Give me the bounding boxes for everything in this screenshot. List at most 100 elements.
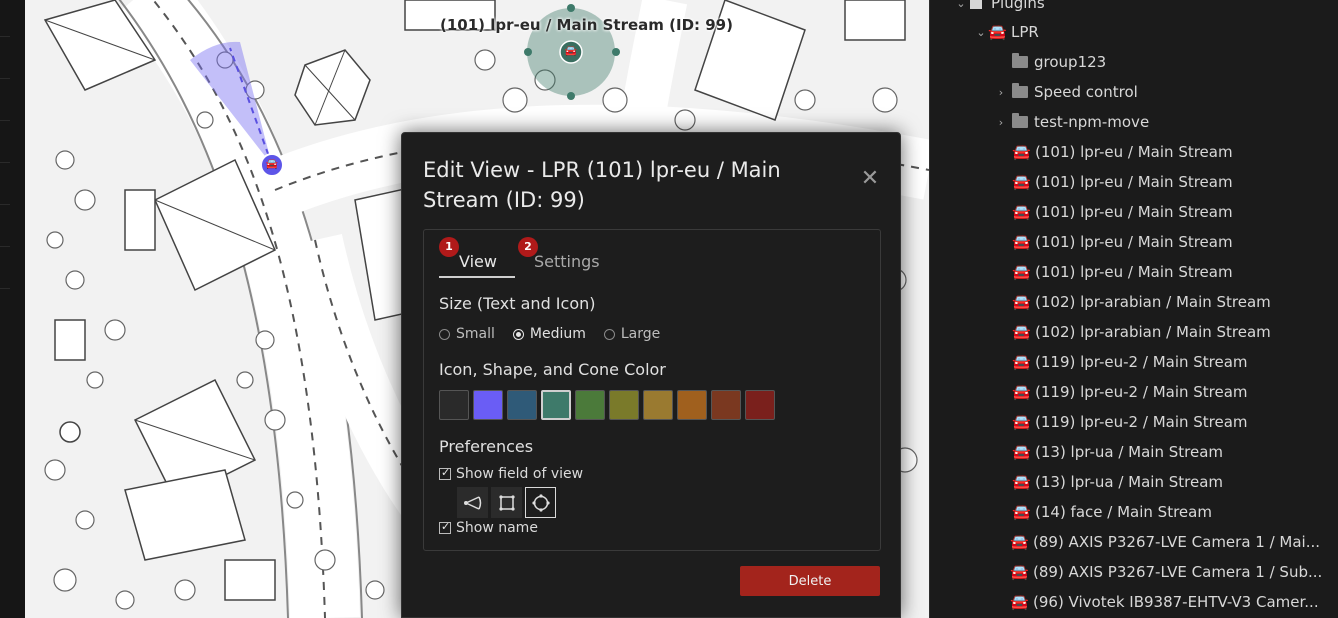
tree-item-plugins[interactable]: ⌄ Plugins — [954, 0, 1045, 18]
edit-view-dialog: Edit View - LPR (101) lpr-eu / Main Stre… — [401, 132, 901, 618]
folder-icon — [1012, 53, 1028, 68]
tree-folder[interactable]: › Speed control — [994, 77, 1138, 107]
size-medium-label: Medium — [529, 326, 586, 342]
tree-item-camera[interactable]: 🚘 (119) lpr-eu-2 / Main Stream — [1012, 407, 1248, 437]
color-swatch[interactable] — [745, 390, 775, 420]
size-section-label: Size (Text and Icon) — [439, 294, 596, 313]
tree-item-camera[interactable]: 🚘 (96) Vivotek IB9387-EHTV-V3 Camer... — [1010, 587, 1319, 617]
tree-item-label: (14) face / Main Stream — [1035, 503, 1212, 521]
cone-shape-icon[interactable] — [457, 487, 488, 518]
chevron-right-icon: › — [998, 85, 1004, 99]
color-swatch[interactable] — [507, 390, 537, 420]
car-icon: 🚘 — [1010, 593, 1029, 611]
size-medium-radio[interactable]: Medium — [512, 326, 586, 342]
tree-item-lpr[interactable]: ⌄ 🚘 LPR — [974, 17, 1039, 47]
show-name-label: Show name — [456, 520, 538, 536]
car-icon: 🚘 — [1012, 443, 1031, 461]
tree-item-camera[interactable]: 🚘 (102) lpr-arabian / Main Stream — [1012, 317, 1271, 347]
color-section-label: Icon, Shape, and Cone Color — [439, 360, 666, 379]
chevron-right-icon: › — [998, 115, 1004, 129]
tree-item-camera[interactable]: 🚘 (101) lpr-eu / Main Stream — [1012, 227, 1233, 257]
tree-item-camera[interactable]: 🚘 (13) lpr-ua / Main Stream — [1012, 437, 1223, 467]
tree-item-label: (101) lpr-eu / Main Stream — [1035, 263, 1233, 281]
tree-item-label: (13) lpr-ua / Main Stream — [1035, 443, 1224, 461]
color-swatch[interactable] — [473, 390, 503, 420]
radio-icon — [512, 328, 524, 340]
tab-settings[interactable]: Settings — [534, 248, 624, 278]
radio-icon — [439, 328, 450, 340]
tree-item-camera[interactable]: 🚘 (119) lpr-eu-2 / Main Stream — [1012, 377, 1248, 407]
tree-item-camera[interactable]: 🚘 (14) face / Main Stream — [1012, 497, 1212, 527]
tree-item-label: (101) lpr-eu / Main Stream — [1035, 233, 1233, 251]
camera-marker-purple[interactable]: 🚘 — [263, 156, 281, 174]
tree-item-label: (102) lpr-arabian / Main Stream — [1035, 293, 1271, 311]
tree-item-label: (119) lpr-eu-2 / Main Stream — [1035, 413, 1248, 431]
car-icon: 🚘 — [1012, 203, 1031, 221]
folder-icon — [1012, 83, 1028, 98]
tree-item-label: (101) lpr-eu / Main Stream — [1035, 143, 1233, 161]
tree-item-label: (101) lpr-eu / Main Stream — [1035, 173, 1233, 191]
tree-item-camera[interactable]: 🚘 (89) AXIS P3267-LVE Camera 1 / Mai... — [1010, 527, 1320, 557]
tree-item-camera[interactable]: 🚘 (102) lpr-arabian / Main Stream — [1012, 287, 1271, 317]
size-large-label: Large — [620, 326, 661, 342]
delete-button[interactable]: Delete — [740, 566, 880, 596]
tree-item-label: (13) lpr-ua / Main Stream — [1035, 473, 1224, 491]
color-swatch[interactable] — [609, 390, 639, 420]
tree-item-label: (96) Vivotek IB9387-EHTV-V3 Camer... — [1033, 593, 1319, 611]
tree-item-label: (119) lpr-eu-2 / Main Stream — [1035, 353, 1248, 371]
tree-folder[interactable]: group123 — [994, 47, 1106, 77]
car-icon: 🚘 — [1012, 473, 1031, 491]
preferences-label: Preferences — [439, 437, 534, 456]
tree-item-label: (102) lpr-arabian / Main Stream — [1035, 323, 1271, 341]
color-swatches — [439, 390, 775, 420]
size-small-label: Small — [456, 326, 495, 342]
car-icon: 🚘 — [1012, 263, 1031, 281]
car-icon: 🚘 — [1012, 503, 1031, 521]
camera-name-label[interactable]: (101) lpr-eu / Main Stream (ID: 99) — [440, 16, 733, 34]
size-radio-group: Small Medium Large — [439, 326, 660, 342]
color-swatch[interactable] — [439, 390, 469, 420]
tree-item-label: Speed control — [1034, 83, 1138, 101]
size-large-radio[interactable]: Large — [603, 326, 661, 342]
car-icon: 🚘 — [1012, 383, 1031, 401]
tree-item-camera[interactable]: 🚘 (119) lpr-eu-2 / Main Stream — [1012, 347, 1248, 377]
color-swatch[interactable] — [575, 390, 605, 420]
camera-marker-selected[interactable]: 🚘 — [562, 43, 580, 61]
device-tree: ⌄ Plugins ⌄ 🚘 LPR group123 › Speed control › test… — [930, 0, 1338, 618]
checkbox-icon — [439, 520, 451, 534]
color-swatch[interactable] — [711, 390, 741, 420]
color-swatch[interactable] — [643, 390, 673, 420]
car-icon: 🚘 — [1012, 353, 1031, 371]
show-fov-checkbox[interactable]: Show field of view — [439, 466, 583, 482]
close-icon[interactable]: ✕ — [860, 168, 880, 190]
car-icon: 🚘 — [1012, 143, 1031, 161]
plugins-icon — [970, 0, 982, 9]
tree-item-label: LPR — [1011, 23, 1039, 41]
circle-shape-icon[interactable] — [525, 487, 556, 518]
size-small-radio[interactable]: Small — [439, 326, 495, 342]
chevron-down-icon: ⌄ — [976, 25, 986, 39]
show-name-checkbox[interactable]: Show name — [439, 520, 538, 536]
tree-item-camera[interactable]: 🚘 (101) lpr-eu / Main Stream — [1012, 167, 1233, 197]
tree-item-camera[interactable]: 🚘 (101) lpr-eu / Main Stream — [1012, 257, 1233, 287]
tree-item-camera[interactable]: 🚘 (101) lpr-eu / Main Stream — [1012, 137, 1233, 167]
tree-item-camera[interactable]: 🚘 (13) lpr-ua / Main Stream — [1012, 467, 1223, 497]
tree-folder[interactable]: › test-npm-move — [994, 107, 1149, 137]
dialog-title: Edit View - LPR (101) lpr-eu / Main Stre… — [423, 158, 781, 212]
shape-selector — [457, 487, 556, 518]
tab-view-label: View — [459, 252, 497, 271]
car-icon: 🚘 — [1012, 173, 1031, 191]
car-icon: 🚘 — [1010, 563, 1029, 581]
car-icon: 🚘 — [1012, 233, 1031, 251]
color-swatch[interactable] — [541, 390, 571, 420]
tree-item-camera[interactable]: 🚘 (101) lpr-eu / Main Stream — [1012, 197, 1233, 227]
color-swatch[interactable] — [677, 390, 707, 420]
tree-item-label: test-npm-move — [1034, 113, 1150, 131]
dialog-panel: View 1 Settings 2 Size (Text and Icon) S… — [423, 229, 881, 551]
tree-item-label: (101) lpr-eu / Main Stream — [1035, 203, 1233, 221]
tab-settings-label: Settings — [534, 252, 600, 271]
tree-item-camera[interactable]: 🚘 (89) AXIS P3267-LVE Camera 1 / Sub... — [1010, 557, 1322, 587]
car-icon: 🚘 — [988, 23, 1007, 41]
square-shape-icon[interactable] — [491, 487, 522, 518]
tab-settings-badge: 2 — [518, 237, 538, 257]
